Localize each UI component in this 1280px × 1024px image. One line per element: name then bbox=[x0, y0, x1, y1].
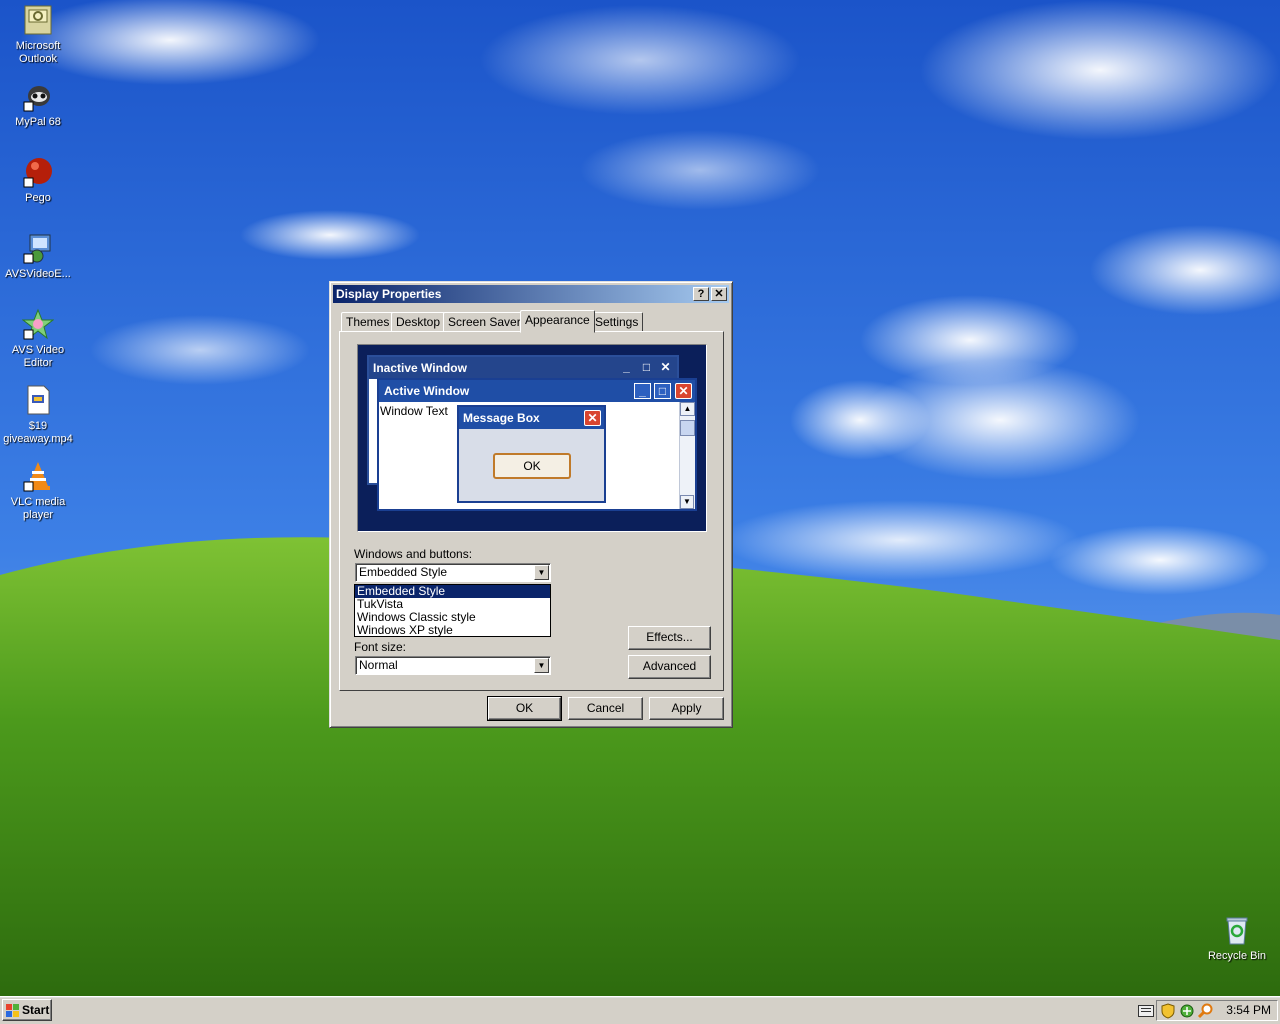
tab-settings[interactable]: Settings bbox=[590, 312, 644, 332]
close-icon: ✕ bbox=[584, 410, 601, 426]
windows-buttons-select[interactable]: Embedded Style ▼ bbox=[355, 563, 551, 582]
maximize-icon: □ bbox=[642, 360, 651, 374]
scroll-up-icon: ▲ bbox=[680, 402, 695, 416]
apply-button[interactable]: Apply bbox=[649, 697, 724, 720]
font-size-select[interactable]: Normal ▼ bbox=[355, 656, 551, 675]
tab-desktop[interactable]: Desktop bbox=[391, 312, 446, 332]
clock[interactable]: 3:54 PM bbox=[1226, 1003, 1271, 1017]
tab-themes[interactable]: Themes bbox=[341, 312, 395, 332]
preview-window-text: Window Text bbox=[380, 404, 448, 418]
windows-buttons-label: Windows and buttons: bbox=[354, 547, 473, 561]
preview-message-box: Message Box ✕ OK bbox=[457, 405, 606, 503]
desktop-icon-video-file[interactable]: $19 giveaway.mp4 bbox=[0, 384, 76, 446]
windows-logo-icon bbox=[6, 1004, 19, 1017]
desktop-icon-mypal[interactable]: MyPal 68 bbox=[0, 80, 76, 129]
preview-message-titlebar: Message Box ✕ bbox=[459, 407, 604, 429]
recycle-bin-icon bbox=[1221, 914, 1253, 946]
video-file-icon bbox=[22, 384, 54, 416]
avs-installer-icon bbox=[22, 232, 54, 264]
minimize-icon: _ bbox=[623, 360, 630, 374]
font-size-label: Font size: bbox=[354, 640, 407, 654]
desktop-icon-avs-editor[interactable]: AVS Video Editor bbox=[0, 308, 76, 370]
maximize-icon: □ bbox=[654, 383, 671, 399]
minimize-icon: _ bbox=[634, 383, 651, 399]
system-tray: 3:54 PM bbox=[1156, 1000, 1278, 1021]
vlc-icon bbox=[22, 460, 54, 492]
network-icon[interactable] bbox=[1179, 1003, 1195, 1019]
help-button[interactable]: ? bbox=[693, 287, 709, 301]
chevron-down-icon[interactable]: ▼ bbox=[534, 658, 549, 673]
close-icon: ✕ bbox=[660, 360, 671, 374]
cancel-button[interactable]: Cancel bbox=[568, 697, 643, 720]
preview-ok-button: OK bbox=[493, 453, 571, 479]
security-shield-icon[interactable] bbox=[1161, 1003, 1175, 1019]
desktop-icon-vlc[interactable]: VLC media player bbox=[0, 460, 76, 522]
tab-appearance[interactable]: Appearance bbox=[520, 310, 595, 333]
mypal-icon bbox=[22, 80, 54, 112]
preview-inactive-titlebar: Inactive Window _ □ ✕ bbox=[369, 357, 677, 379]
display-properties-dialog: Display Properties ? ✕ Themes Desktop Sc… bbox=[329, 281, 733, 728]
close-button[interactable]: ✕ bbox=[711, 287, 727, 301]
tab-screen-saver[interactable]: Screen Saver bbox=[443, 312, 526, 332]
desktop-icon-pego[interactable]: Pego bbox=[0, 156, 76, 205]
effects-button[interactable]: Effects... bbox=[628, 626, 711, 650]
close-icon: ✕ bbox=[675, 383, 692, 399]
appearance-preview: Inactive Window _ □ ✕ Active Window _ □ … bbox=[357, 344, 707, 532]
ok-button[interactable]: OK bbox=[487, 696, 562, 721]
pego-icon bbox=[22, 156, 54, 188]
dialog-titlebar[interactable]: Display Properties ? ✕ bbox=[333, 285, 729, 303]
start-button[interactable]: Start bbox=[2, 999, 52, 1021]
desktop-icon-outlook[interactable]: Microsoft Outlook bbox=[0, 4, 76, 66]
appearance-tab-panel: Inactive Window _ □ ✕ Active Window _ □ … bbox=[339, 331, 724, 691]
dialog-title: Display Properties bbox=[336, 287, 442, 301]
dropdown-option[interactable]: Windows XP style bbox=[355, 624, 550, 637]
desktop-icon-recycle-bin[interactable]: Recycle Bin bbox=[1199, 914, 1275, 963]
desktop-icon-avs-installer[interactable]: AVSVideoE... bbox=[0, 232, 76, 281]
avs-editor-icon bbox=[22, 308, 54, 340]
preview-scrollbar: ▲ ▼ bbox=[679, 402, 695, 509]
outlook-icon bbox=[22, 4, 54, 36]
keyboard-icon[interactable] bbox=[1138, 1005, 1154, 1017]
windows-buttons-dropdown-list: Embedded Style TukVista Windows Classic … bbox=[354, 584, 551, 637]
scroll-down-icon: ▼ bbox=[680, 495, 694, 509]
search-magnifier-icon[interactable] bbox=[1197, 1003, 1213, 1019]
scroll-thumb bbox=[680, 420, 695, 436]
advanced-button[interactable]: Advanced bbox=[628, 655, 711, 679]
chevron-down-icon[interactable]: ▼ bbox=[534, 565, 549, 580]
taskbar: Start 3:54 PM bbox=[0, 996, 1280, 1024]
preview-active-titlebar: Active Window _ □ ✕ bbox=[379, 380, 695, 402]
